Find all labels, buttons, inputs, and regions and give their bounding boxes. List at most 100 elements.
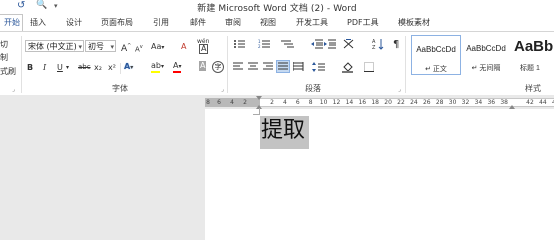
tab-insert[interactable]: 插入: [30, 17, 46, 28]
line-spacing-button[interactable]: [312, 62, 326, 75]
ruler-number: 10: [319, 99, 328, 106]
tab-mailings[interactable]: 邮件: [190, 17, 206, 28]
character-shading-button[interactable]: A: [199, 61, 207, 71]
numbering-icon: 12: [258, 39, 270, 49]
font-size-value: 初号: [88, 42, 104, 51]
style-sample: AaBbCcDd: [416, 45, 456, 54]
tab-developer[interactable]: 开发工具: [296, 17, 328, 28]
ruler-number: 22: [397, 99, 405, 106]
grow-font-button[interactable]: A^: [121, 41, 131, 55]
italic-button[interactable]: I: [43, 62, 46, 73]
ruler-number: 30: [448, 99, 457, 106]
copy-button[interactable]: 制: [0, 52, 8, 63]
tab-design[interactable]: 设计: [66, 17, 82, 28]
enclose-characters-button[interactable]: 字: [212, 61, 224, 73]
highlighter-icon: ab: [151, 61, 161, 70]
paragraph-dialog-launcher-icon[interactable]: ⌟: [398, 84, 401, 95]
ruler-number: 4: [282, 99, 287, 106]
tab-review[interactable]: 审阅: [225, 17, 241, 28]
first-line-indent-marker[interactable]: [256, 96, 262, 100]
chinese-layout-icon: [343, 38, 354, 49]
ruler-number: 6: [295, 99, 300, 106]
title-bar: ↺ 🔍 ▾ 新建 Microsoft Word 文档 (2) - Word: [0, 0, 554, 14]
ruler-number: 44: [539, 99, 547, 106]
align-right-button[interactable]: [263, 62, 274, 74]
clipboard-launcher-icon[interactable]: ⌟: [12, 84, 15, 95]
superscript-button[interactable]: x²: [108, 62, 116, 73]
style-no-spacing[interactable]: AaBbCcDd ↵ 无间隔: [462, 35, 510, 75]
style-normal[interactable]: AaBbCcDd ↵ 正文: [411, 35, 461, 75]
ruler-number: 18: [371, 99, 380, 106]
distributed-button[interactable]: [292, 62, 304, 74]
underline-button[interactable]: U: [57, 62, 63, 73]
style-heading-1[interactable]: AaBb 标题 1: [510, 35, 554, 75]
ruler-number: 4: [230, 99, 234, 106]
cut-button[interactable]: 切: [0, 39, 8, 50]
font-name-combo[interactable]: 宋体 (中文正) ▾: [25, 40, 84, 52]
clear-formatting-button[interactable]: A: [181, 41, 186, 52]
tab-view[interactable]: 视图: [260, 17, 276, 28]
distributed-icon: [292, 62, 304, 71]
document-page[interactable]: [205, 108, 554, 240]
highlight-button[interactable]: ab▾: [151, 60, 164, 73]
align-right-icon: [263, 62, 273, 70]
ruler-number: 26: [422, 99, 431, 106]
increase-indent-icon: [324, 39, 336, 49]
multilevel-list-button[interactable]: [281, 39, 295, 52]
shading-button[interactable]: [342, 61, 356, 76]
subscript-button[interactable]: x₂: [94, 62, 102, 73]
tab-layout[interactable]: 页面布局: [101, 17, 133, 28]
change-case-icon: Aa: [151, 42, 162, 51]
decrease-indent-button[interactable]: [311, 39, 324, 52]
align-left-button[interactable]: [233, 62, 244, 74]
horizontal-ruler[interactable]: 8 6 4 2 2 4 6 8 10 12 14 16 18 20 22 24 26 28 30 32 34 36…: [0, 95, 554, 109]
chinese-layout-button[interactable]: [343, 38, 357, 52]
ribbon: 切 制 式刷 ⌟ 宋体 (中文正) ▾ 初号 ▾ A^ Av Aa▾ A wén…: [0, 31, 554, 96]
bullets-button[interactable]: [233, 39, 247, 52]
styles-group-label: 样式: [525, 84, 541, 93]
separator: [21, 36, 22, 93]
align-left-icon: [233, 62, 243, 70]
selected-text[interactable]: 提取: [260, 116, 310, 149]
svg-text:Z: Z: [372, 45, 376, 50]
sort-button[interactable]: AZ: [372, 38, 384, 53]
justify-icon: [278, 62, 288, 70]
font-name-value: 宋体 (中文正): [28, 42, 77, 51]
style-sample: AaBb: [514, 38, 554, 55]
show-formatting-marks-button[interactable]: ¶: [393, 39, 399, 50]
ruler-number: 2: [243, 99, 247, 106]
bullets-icon: [234, 40, 245, 48]
numbering-button[interactable]: 12: [258, 39, 272, 52]
align-center-icon: [248, 62, 258, 70]
font-color-button[interactable]: A▾: [173, 60, 182, 73]
window-title: 新建 Microsoft Word 文档 (2) - Word: [197, 4, 357, 14]
bold-button[interactable]: B: [27, 62, 33, 73]
tab-pdf-tools[interactable]: PDF工具: [347, 17, 379, 28]
text-effects-button[interactable]: A▾: [124, 61, 133, 73]
chevron-down-icon: ▾: [110, 43, 114, 51]
svg-text:2: 2: [258, 44, 261, 49]
ruler-number: 36: [487, 99, 496, 106]
tab-references[interactable]: 引用: [153, 17, 169, 28]
format-painter-button[interactable]: 式刷: [0, 66, 16, 77]
strikethrough-button[interactable]: abc: [78, 62, 91, 73]
underline-dropdown-icon[interactable]: ▾: [66, 62, 69, 73]
character-border-button[interactable]: A: [199, 44, 209, 54]
increase-indent-button[interactable]: [324, 39, 337, 52]
separator: [120, 63, 121, 74]
change-case-button[interactable]: Aa▾: [151, 41, 164, 53]
ruler-number: 42: [526, 99, 534, 106]
borders-button[interactable]: [364, 62, 375, 75]
margin-corner-mark: [253, 108, 260, 115]
shrink-font-button[interactable]: Av: [135, 42, 143, 55]
separator: [227, 36, 228, 93]
style-name: 标题 1: [520, 65, 540, 72]
navigation-area: [0, 109, 205, 240]
font-dialog-launcher-icon[interactable]: ⌟: [221, 84, 224, 95]
align-center-button[interactable]: [248, 62, 259, 74]
justify-button[interactable]: [276, 60, 290, 73]
ruler-number: 28: [435, 99, 444, 106]
font-size-combo[interactable]: 初号 ▾: [85, 40, 116, 52]
tab-templates[interactable]: 模板素材: [398, 17, 430, 28]
clear-formatting-icon: A: [181, 42, 187, 51]
